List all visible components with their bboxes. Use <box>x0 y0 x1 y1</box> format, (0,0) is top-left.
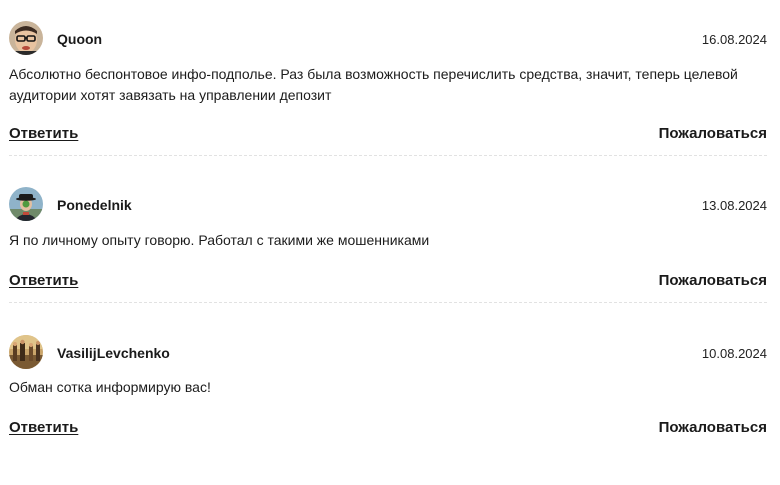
comment-author: Ponedelnik <box>57 197 132 213</box>
comment-item: Quoon 16.08.2024 Абсолютно беспонтовое и… <box>9 21 767 171</box>
reply-button[interactable]: Ответить <box>9 125 78 143</box>
report-button[interactable]: Пожаловаться <box>659 272 767 290</box>
comment-date: 16.08.2024 <box>701 32 767 47</box>
report-button[interactable]: Пожаловаться <box>659 125 767 143</box>
report-button[interactable]: Пожаловаться <box>659 419 767 437</box>
comment-date: 13.08.2024 <box>701 198 767 213</box>
avatar-man-with-glasses-icon[interactable] <box>9 21 43 55</box>
comment-date: 10.08.2024 <box>701 346 767 361</box>
comment-divider <box>9 155 767 156</box>
comment-text: Я по личному опыту говорю. Работал с так… <box>9 232 430 248</box>
comment-divider <box>9 302 767 303</box>
comment-item: Ponedelnik 13.08.2024 Я по личному опыту… <box>9 187 767 337</box>
avatar-painting-icon[interactable] <box>9 335 43 369</box>
comment-author: Quoon <box>57 31 103 47</box>
comment-text: Обман сотка информирую вас! <box>9 379 211 395</box>
reply-button[interactable]: Ответить <box>9 419 78 437</box>
comment-author: VasilijLevchenko <box>57 345 170 361</box>
avatar-man-in-bowler-hat-icon[interactable] <box>9 187 43 221</box>
comment-text: Абсолютно беспонтовое инфо-подполье. Раз… <box>9 66 738 103</box>
comment-header: Quoon 16.08.2024 <box>9 21 767 57</box>
comment-header: VasilijLevchenko 10.08.2024 <box>9 335 767 371</box>
comment-header: Ponedelnik 13.08.2024 <box>9 187 767 223</box>
reply-button[interactable]: Ответить <box>9 272 78 290</box>
comment-item: VasilijLevchenko 10.08.2024 Обман сотка … <box>9 335 767 485</box>
